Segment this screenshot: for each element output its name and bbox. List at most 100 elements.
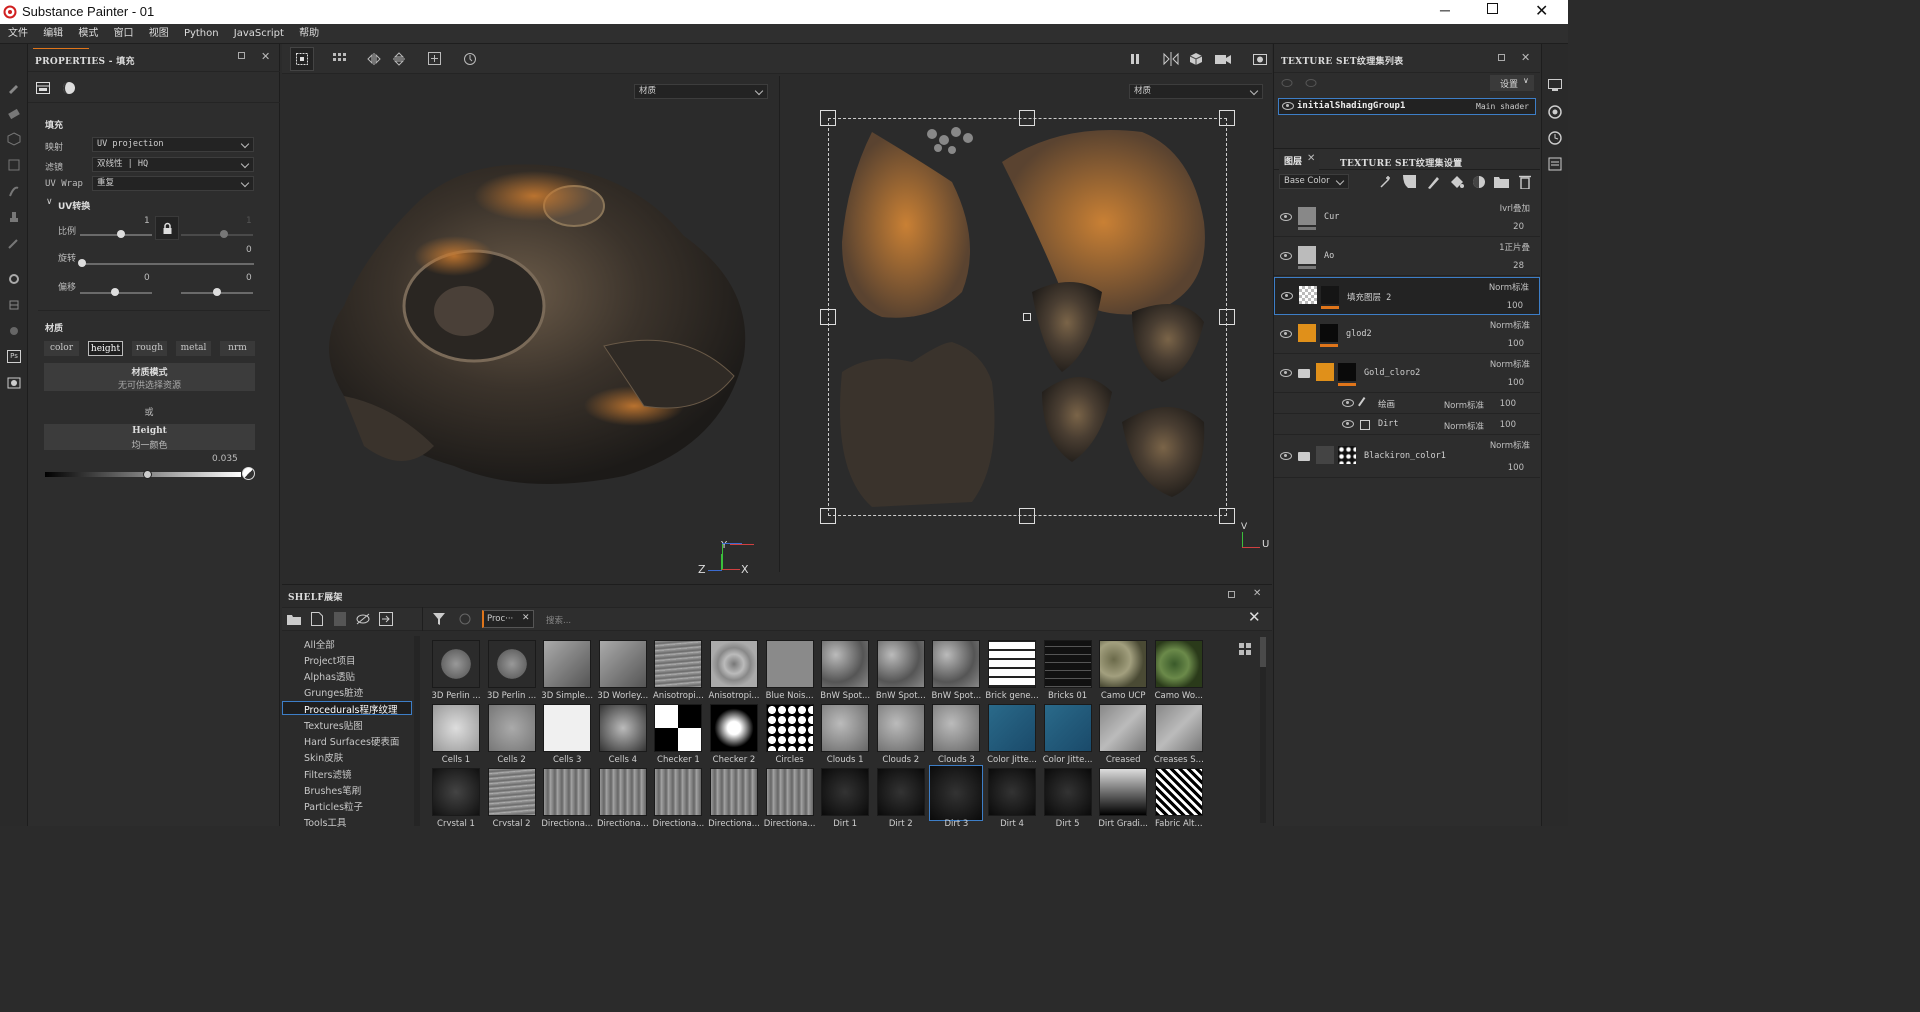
eye-icon[interactable] xyxy=(1280,213,1292,221)
folder-icon[interactable] xyxy=(287,613,301,625)
fill-settings-tab-icon[interactable] xyxy=(36,82,50,94)
float-texture-set-icon[interactable] xyxy=(1498,54,1505,61)
shelf-thumbnail[interactable] xyxy=(598,768,647,816)
shelf-thumbnail[interactable] xyxy=(988,768,1036,816)
layer-row[interactable]: Ao 1正片叠 28 xyxy=(1274,238,1540,276)
close-window-button[interactable]: ✕ xyxy=(1535,1,1548,21)
shelf-thumbnail[interactable] xyxy=(765,640,814,688)
shelf-thumbnail[interactable] xyxy=(432,768,480,816)
folder-icon[interactable] xyxy=(1298,452,1310,461)
shelf-thumbnail[interactable] xyxy=(929,765,984,821)
layer-thumbnail[interactable] xyxy=(1316,446,1334,464)
close-panel-icon[interactable]: ✕ xyxy=(261,50,270,63)
mirror-x-icon[interactable] xyxy=(367,53,381,65)
add-folder-icon[interactable] xyxy=(1494,176,1509,188)
category-particles[interactable]: Particles粒子 xyxy=(304,799,363,813)
layer-row[interactable]: Cur Ivrl叠加 20 xyxy=(1274,199,1540,237)
layer-blend-mode[interactable]: Norm标准 xyxy=(1489,281,1529,293)
selection-mode-button[interactable] xyxy=(290,47,314,71)
layer-row[interactable]: Blackiron_color1 Norm标准 100 xyxy=(1274,436,1540,478)
category-hard-surfaces[interactable]: Hard Surfaces硬表面 xyxy=(304,734,399,748)
screenshot-icon[interactable] xyxy=(7,376,21,390)
shelf-thumbnail[interactable] xyxy=(710,704,758,752)
layer-row[interactable]: 填充图层 2 Norm标准 100 xyxy=(1274,277,1540,315)
add-paint-layer-icon[interactable] xyxy=(1426,175,1440,189)
eye-disabled-icon[interactable] xyxy=(1281,78,1293,88)
mask-thumbnail[interactable] xyxy=(1338,446,1356,464)
screenshot-camera-icon[interactable] xyxy=(1253,52,1267,65)
history-reset-icon[interactable] xyxy=(463,52,477,66)
menu-python[interactable]: Python xyxy=(178,24,225,44)
channel-color-button[interactable]: color xyxy=(44,341,79,356)
height-slider-knob[interactable] xyxy=(142,470,152,479)
view-mode-grid-icon[interactable] xyxy=(1239,643,1251,655)
refresh-icon[interactable] xyxy=(459,613,471,625)
layer-thumbnail[interactable] xyxy=(1298,324,1316,342)
delete-layer-icon[interactable] xyxy=(1519,174,1531,189)
layer-row[interactable]: 绘画 Norm标准 100 xyxy=(1274,394,1540,414)
settings-gear-icon[interactable] xyxy=(7,272,21,286)
add-fill-layer-icon[interactable] xyxy=(1449,175,1464,189)
mirror-y-icon[interactable] xyxy=(393,52,405,66)
menu-help[interactable]: 帮助 xyxy=(293,24,325,44)
height-slot[interactable]: Height 均一颜色 xyxy=(44,424,255,451)
minimize-button[interactable]: ─ xyxy=(1440,2,1450,18)
layer-blend-mode[interactable]: Ivrl叠加 xyxy=(1500,202,1530,214)
category-skin[interactable]: Skin皮肤 xyxy=(304,750,343,764)
rotate-slider[interactable] xyxy=(80,263,254,265)
shelf-thumbnail[interactable] xyxy=(765,768,814,816)
texture-set-row[interactable]: initialShadingGroup1 Main shader xyxy=(1278,98,1536,115)
category-filters[interactable]: Filters滤镜 xyxy=(304,767,351,781)
display-settings-icon[interactable] xyxy=(1548,79,1562,91)
hide-icon[interactable] xyxy=(356,613,370,625)
filter-dropdown[interactable]: 双线性 | HQ xyxy=(92,157,254,172)
menu-javascript[interactable]: JavaScript xyxy=(228,24,290,44)
layer-opacity[interactable]: 100 xyxy=(1500,399,1516,409)
shelf-thumbnail[interactable] xyxy=(932,640,981,688)
category-brushes[interactable]: Brushes笔刷 xyxy=(304,783,361,797)
layer-opacity[interactable]: 100 xyxy=(1507,301,1523,311)
texture-set-settings-button[interactable]: 设置 ∨ xyxy=(1490,75,1534,91)
shelf-thumbnail[interactable] xyxy=(932,704,981,752)
lock-ratio-button[interactable] xyxy=(155,216,179,240)
menu-mode[interactable]: 模式 xyxy=(72,24,104,44)
close-shelf-icon[interactable]: ✕ xyxy=(1253,588,1261,599)
shelf-thumbnail[interactable] xyxy=(988,704,1036,752)
eye-icon[interactable] xyxy=(1281,292,1293,300)
add-effect-icon[interactable] xyxy=(1379,175,1393,189)
add-view-icon[interactable] xyxy=(428,52,441,65)
category-procedurals[interactable]: Procedurals程序纹理 xyxy=(304,702,398,716)
shelf-thumbnail[interactable] xyxy=(487,640,536,688)
smudge-icon[interactable] xyxy=(7,184,21,198)
menu-edit[interactable]: 编辑 xyxy=(37,24,69,44)
shelf-thumbnail[interactable] xyxy=(765,704,814,752)
tab-texture-set-settings[interactable]: TEXTURE SET纹理集设置 xyxy=(1340,156,1462,169)
category-tools[interactable]: Tools工具 xyxy=(304,815,346,829)
menu-file[interactable]: 文件 xyxy=(2,24,34,44)
shelf-thumbnail[interactable] xyxy=(598,704,647,752)
maximize-button[interactable] xyxy=(1487,3,1498,14)
shelf-thumbnail[interactable] xyxy=(654,704,703,752)
category-all[interactable]: All全部 xyxy=(304,637,335,651)
environment-icon[interactable] xyxy=(1548,105,1562,119)
layer-opacity[interactable]: 100 xyxy=(1500,420,1516,430)
layer-row[interactable]: Gold_cloro2 Norm标准 100 xyxy=(1274,355,1540,393)
eye-icon[interactable] xyxy=(1280,452,1292,460)
layer-opacity[interactable]: 28 xyxy=(1513,261,1524,271)
layer-thumbnail[interactable] xyxy=(1298,207,1316,225)
shelf-thumbnail[interactable] xyxy=(1099,640,1148,688)
shelf-thumbnail[interactable] xyxy=(487,704,536,752)
shelf-thumbnail[interactable] xyxy=(988,640,1036,688)
layer-blend-mode[interactable]: Norm标准 xyxy=(1490,358,1530,370)
layer-blend-mode[interactable]: Norm标准 xyxy=(1444,420,1484,432)
channel-rough-button[interactable]: rough xyxy=(132,341,167,356)
layer-blend-mode[interactable]: 1正片叠 xyxy=(1499,241,1530,253)
layer-thumbnail[interactable] xyxy=(1299,286,1317,304)
shelf-thumbnail[interactable] xyxy=(487,768,536,816)
layer-blend-mode[interactable]: Norm标准 xyxy=(1490,439,1530,451)
shelf-thumbnail[interactable] xyxy=(710,768,758,816)
geometry-fill-icon[interactable] xyxy=(7,158,21,172)
history-icon[interactable] xyxy=(1548,131,1562,145)
shelf-thumbnail[interactable] xyxy=(1043,704,1092,752)
photoshop-export-icon[interactable]: Ps xyxy=(7,350,21,363)
